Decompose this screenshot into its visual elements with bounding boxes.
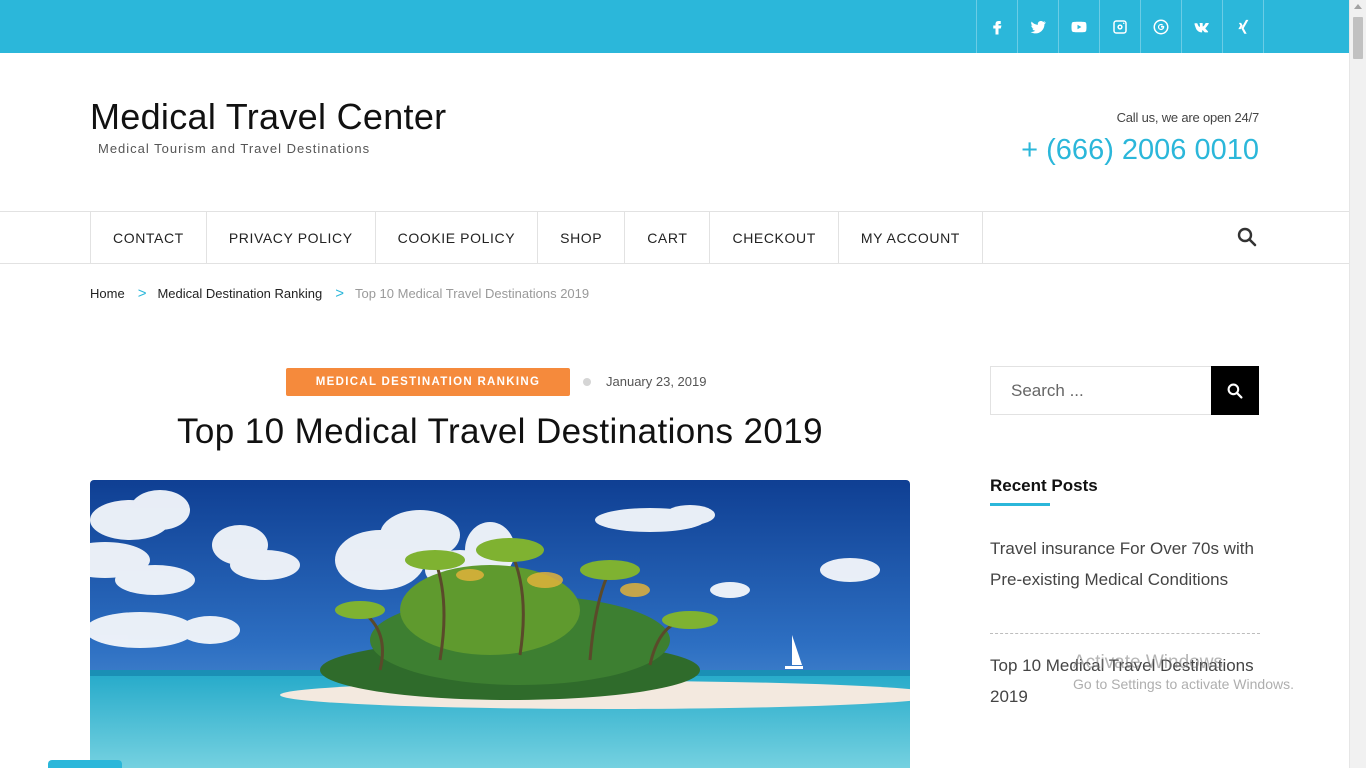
twitter-icon[interactable] — [1018, 0, 1059, 53]
breadcrumb-category[interactable]: Medical Destination Ranking — [157, 286, 322, 301]
phone-number[interactable]: + (666) 2006 0010 — [1021, 134, 1259, 167]
recent-post-divider — [990, 633, 1260, 634]
nav-item-cookie-policy[interactable]: COOKIE POLICY — [376, 212, 539, 263]
breadcrumb-home[interactable]: Home — [90, 286, 125, 301]
top-social-bar — [0, 0, 1349, 53]
page-scrollbar[interactable] — [1349, 0, 1366, 768]
nav-item-privacy-policy[interactable]: PRIVACY POLICY — [207, 212, 376, 263]
breadcrumb-separator: > — [137, 285, 147, 302]
nav-item-shop[interactable]: SHOP — [538, 212, 626, 263]
vk-icon[interactable] — [1182, 0, 1223, 53]
activate-windows-settings-hint: Go to Settings to activate Windows. — [1073, 676, 1294, 692]
call-label: Call us, we are open 24/7 — [1116, 110, 1260, 125]
main-navigation: CONTACT PRIVACY POLICY COOKIE POLICY SHO… — [0, 211, 1349, 264]
floating-tab-button[interactable] — [48, 760, 122, 768]
breadcrumb: Home > Medical Destination Ranking > Top… — [90, 285, 589, 302]
xing-icon[interactable] — [1223, 0, 1264, 53]
meta-separator-dot — [583, 378, 591, 386]
facebook-icon[interactable] — [977, 0, 1018, 53]
recent-posts-title: Recent Posts — [990, 476, 1098, 495]
instagram-icon[interactable] — [1100, 0, 1141, 53]
nav-item-cart[interactable]: CART — [625, 212, 711, 263]
youtube-icon[interactable] — [1059, 0, 1100, 53]
search-icon — [1227, 383, 1243, 399]
nav-item-contact[interactable]: CONTACT — [91, 212, 207, 263]
social-links — [976, 0, 1264, 53]
google-plus-icon[interactable] — [1141, 0, 1182, 53]
nav-menu: CONTACT PRIVACY POLICY COOKIE POLICY SHO… — [90, 212, 983, 263]
widget-title-underline — [990, 503, 1050, 506]
nav-item-checkout[interactable]: CHECKOUT — [710, 212, 839, 263]
nav-item-my-account[interactable]: MY ACCOUNT — [839, 212, 983, 263]
sidebar-search-button[interactable] — [1211, 366, 1259, 415]
featured-image — [90, 480, 910, 768]
sidebar-search-input[interactable]: Search ... — [990, 366, 1212, 415]
breadcrumb-current: Top 10 Medical Travel Destinations 2019 — [354, 286, 590, 301]
scroll-up-arrow-icon[interactable] — [1354, 4, 1362, 9]
search-icon[interactable] — [1237, 227, 1257, 247]
recent-post-link[interactable]: Travel insurance For Over 70s with Pre-e… — [990, 533, 1260, 595]
site-title[interactable]: Medical Travel Center — [90, 96, 446, 138]
breadcrumb-separator: > — [335, 285, 344, 302]
activate-windows-watermark: Activate Windows — [1073, 652, 1223, 673]
category-badge[interactable]: MEDICAL DESTINATION RANKING — [286, 368, 570, 396]
tropical-island-image — [90, 480, 910, 768]
post-title: Top 10 Medical Travel Destinations 2019 — [177, 412, 823, 451]
post-date[interactable]: January 23, 2019 — [606, 374, 706, 389]
scrollbar-thumb[interactable] — [1353, 17, 1363, 59]
site-tagline: Medical Tourism and Travel Destinations — [98, 141, 371, 156]
